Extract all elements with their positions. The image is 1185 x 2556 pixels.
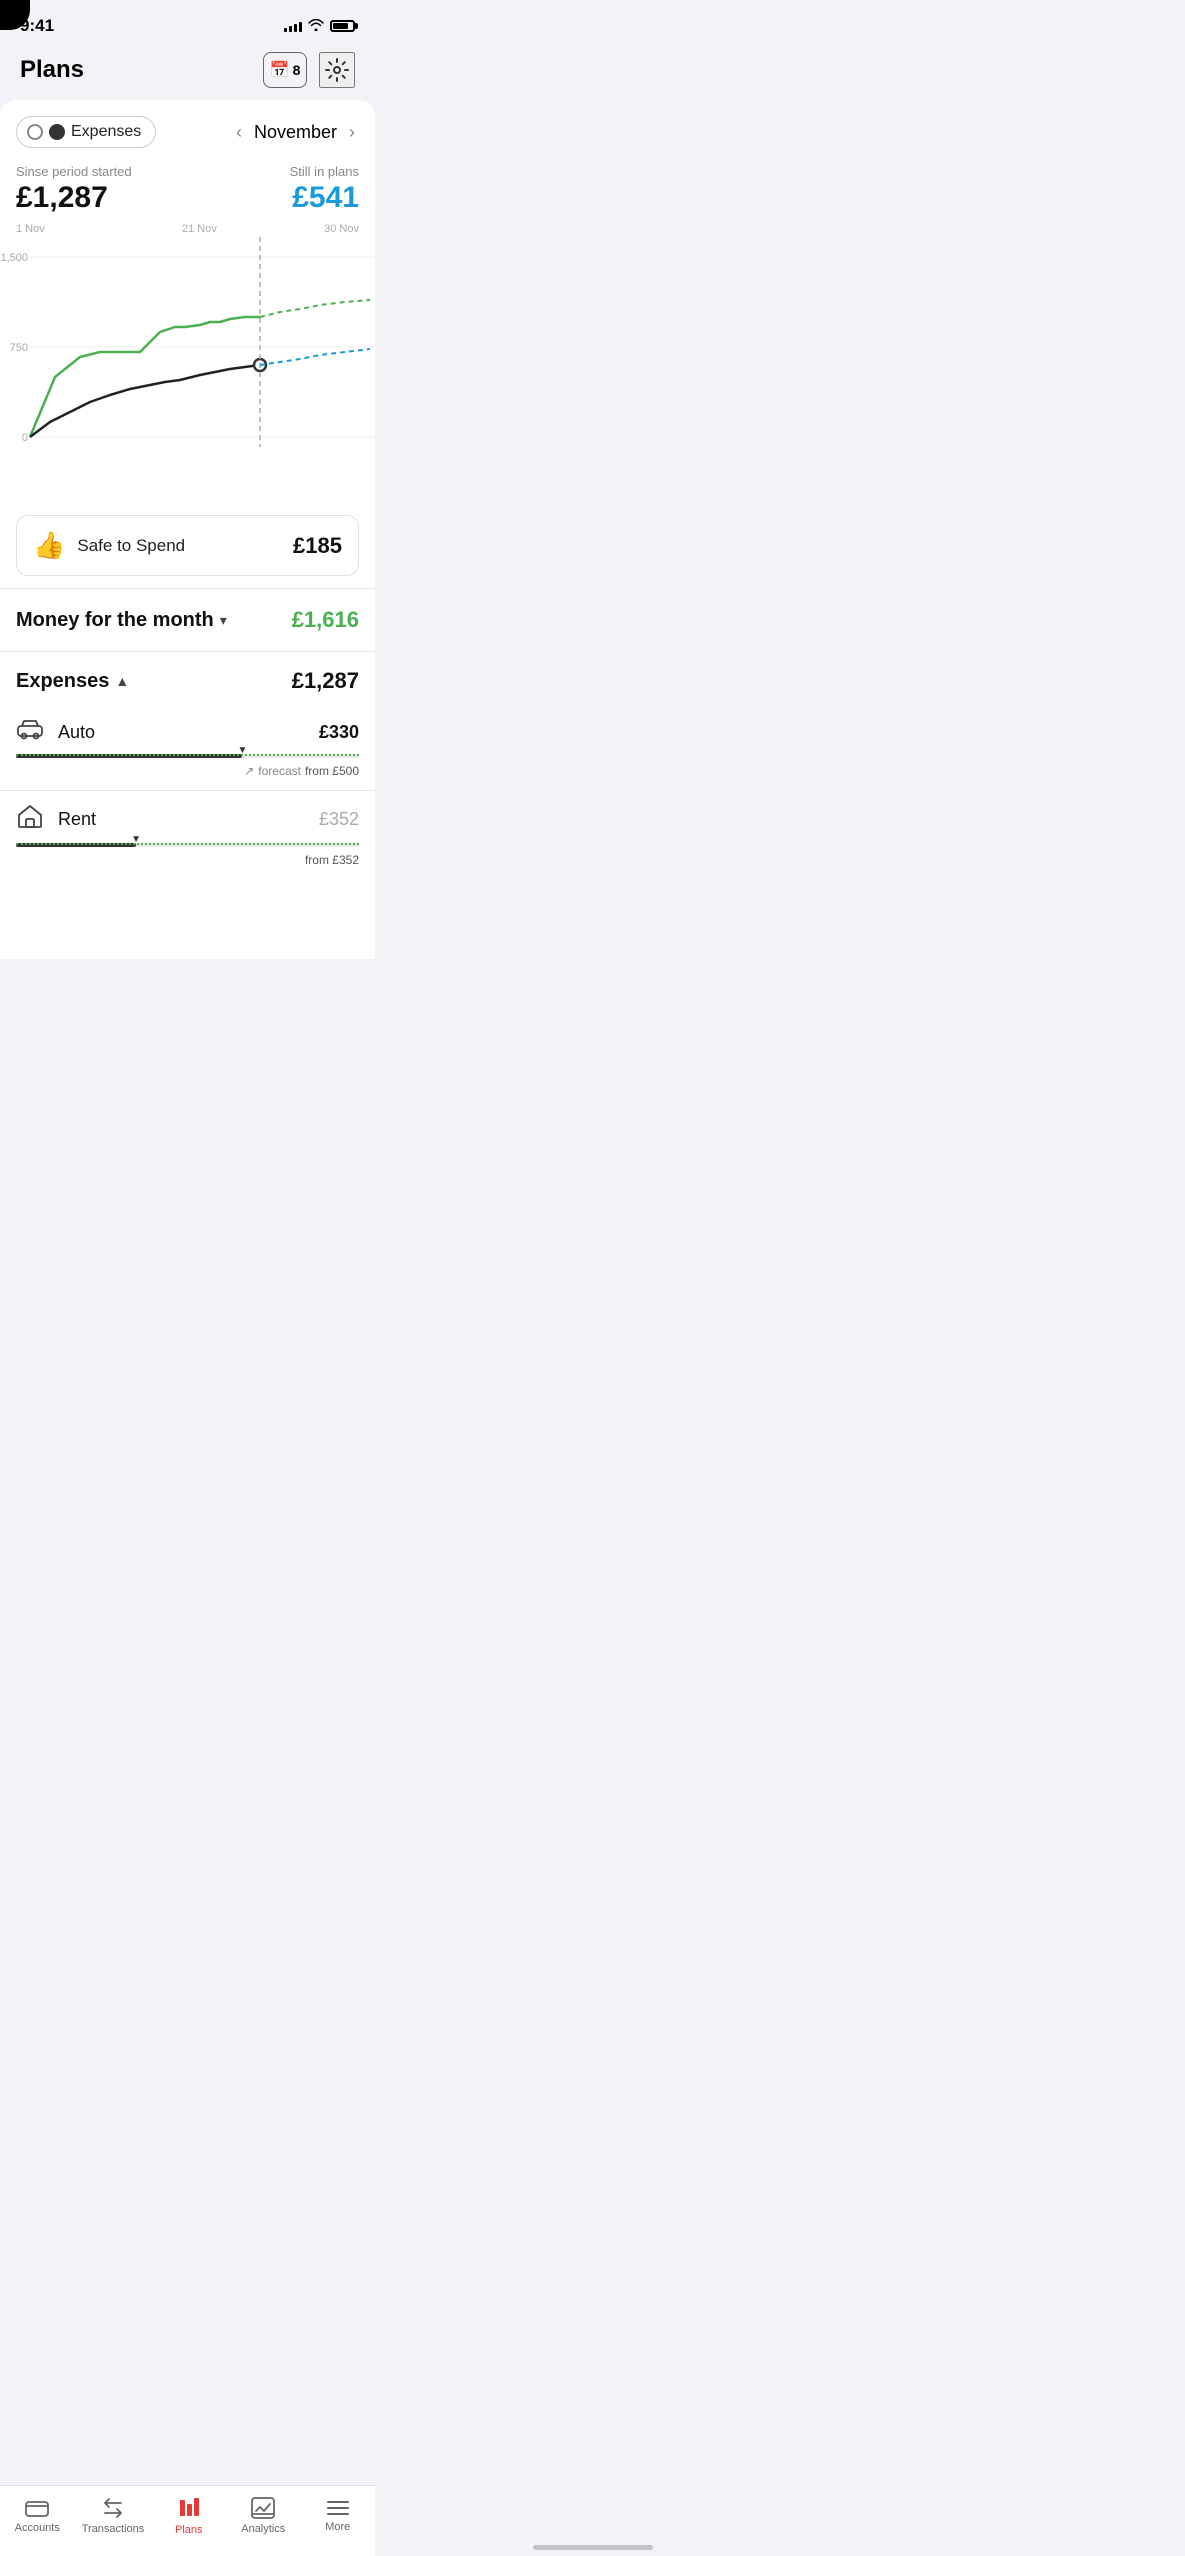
- toggle-dot-filled: [49, 124, 65, 140]
- money-month-toggle[interactable]: Money for the month ▾: [16, 609, 227, 632]
- toggle-label: Expenses: [71, 123, 141, 141]
- stat-right: Still in plans £541: [290, 164, 359, 215]
- chart-container: 1 Nov 21 Nov 30 Nov 1,500 750 0: [0, 223, 375, 503]
- expense-item-auto[interactable]: Auto £330 ↗ forecast from £500: [0, 706, 375, 790]
- nav-analytics[interactable]: Analytics: [233, 2497, 293, 2535]
- nav-transactions-label: Transactions: [82, 2523, 145, 2535]
- plans-icon: [177, 2496, 201, 2520]
- analytics-icon: [251, 2497, 275, 2519]
- stat-left-value: £1,287: [16, 181, 132, 215]
- status-bar: 9:41: [0, 0, 375, 44]
- forecast-auto-amount: from £500: [305, 764, 359, 778]
- wifi-icon: [308, 19, 324, 34]
- expenses-toggle[interactable]: Expenses ▲: [16, 670, 129, 693]
- next-month-button[interactable]: ›: [345, 118, 359, 147]
- nav-analytics-label: Analytics: [241, 2523, 285, 2535]
- safe-card[interactable]: 👍 Safe to Spend £185: [16, 515, 359, 576]
- chart-svg-wrapper: 1,500 750 0: [0, 237, 375, 477]
- calendar-icon: 📅: [270, 60, 290, 80]
- money-month-label: Money for the month: [16, 609, 214, 632]
- settings-button[interactable]: [319, 52, 355, 88]
- bottom-nav: Accounts Transactions Plans Analytics Mo…: [0, 2485, 375, 2556]
- nav-accounts-label: Accounts: [15, 2522, 60, 2534]
- page-title: Plans: [20, 56, 84, 84]
- month-nav: ‹ November ›: [232, 118, 359, 147]
- transactions-icon: [101, 2497, 125, 2519]
- forecast-rent-amount: from £352: [305, 853, 359, 867]
- expenses-section-header: Expenses ▲ £1,287: [0, 652, 375, 706]
- nav-accounts[interactable]: Accounts: [7, 2498, 67, 2534]
- expenses-total: £1,287: [292, 668, 359, 694]
- chart-x-label-2: 21 Nov: [182, 223, 217, 235]
- safe-label: Safe to Spend: [77, 536, 185, 556]
- expense-auto-amount: £330: [319, 722, 359, 743]
- stat-left-label: Sinse period started: [16, 164, 132, 179]
- stat-left: Sinse period started £1,287: [16, 164, 132, 215]
- up-chevron-icon: ▲: [115, 673, 129, 689]
- expense-item-rent-left: Rent: [16, 803, 96, 835]
- expense-rent-amount: £352: [319, 809, 359, 830]
- gear-icon: [325, 58, 349, 82]
- more-icon: [326, 2499, 350, 2517]
- expense-rent-forecast: from £352: [16, 853, 359, 867]
- battery-icon: [330, 20, 355, 32]
- home-indicator: [533, 2545, 653, 2550]
- expenses-label: Expenses: [16, 670, 109, 693]
- nav-more-label: More: [325, 2521, 350, 2533]
- expense-item-rent[interactable]: Rent £352 from £352: [0, 791, 375, 879]
- expense-auto-progress: [16, 754, 359, 758]
- expense-rent-progress: [16, 843, 359, 847]
- home-icon: [16, 803, 44, 835]
- chart-x-label-3: 30 Nov: [324, 223, 359, 235]
- safe-card-left: 👍 Safe to Spend: [33, 530, 185, 561]
- expenses-toggle[interactable]: Expenses: [16, 116, 156, 148]
- dropdown-icon: ▾: [220, 612, 227, 629]
- nav-plans[interactable]: Plans: [159, 2496, 219, 2536]
- expense-item-auto-left: Auto: [16, 718, 95, 746]
- money-month-row: Money for the month ▾ £1,616: [0, 589, 375, 651]
- nav-plans-label: Plans: [175, 2524, 203, 2536]
- svg-text:750: 750: [10, 342, 28, 354]
- stat-right-label: Still in plans: [290, 164, 359, 179]
- prev-month-button[interactable]: ‹: [232, 118, 246, 147]
- chart-x-label-1: 1 Nov: [16, 223, 45, 235]
- header-actions: 📅 8: [263, 52, 355, 88]
- money-month-value: £1,616: [292, 607, 359, 633]
- safe-value: £185: [293, 533, 342, 559]
- svg-text:0: 0: [22, 432, 28, 444]
- svg-text:1,500: 1,500: [0, 252, 28, 264]
- expense-rent-name: Rent: [58, 809, 96, 830]
- stat-right-value: £541: [290, 181, 359, 215]
- auto-icon: [16, 718, 44, 746]
- header: Plans 📅 8: [0, 44, 375, 100]
- status-icons: [284, 19, 355, 34]
- calendar-badge: 8: [293, 62, 301, 78]
- thumbs-up-icon: 👍: [33, 530, 65, 561]
- nav-more[interactable]: More: [308, 2499, 368, 2533]
- chart-svg: 1,500 750 0: [0, 237, 375, 457]
- stats-row: Sinse period started £1,287 Still in pla…: [0, 164, 375, 223]
- toggle-dot-outline: [27, 124, 43, 140]
- forecast-trending-icon: ↗: [244, 764, 254, 778]
- accounts-icon: [25, 2498, 49, 2518]
- month-label: November: [254, 122, 337, 143]
- calendar-button[interactable]: 📅 8: [263, 52, 307, 88]
- expense-auto-forecast: ↗ forecast from £500: [16, 764, 359, 778]
- signal-icon: [284, 20, 302, 32]
- main-content: Expenses ‹ November › Sinse period start…: [0, 100, 375, 959]
- forecast-label: forecast: [258, 764, 301, 778]
- controls-row: Expenses ‹ November ›: [0, 116, 375, 164]
- expense-item-auto-top: Auto £330: [16, 718, 359, 746]
- nav-transactions[interactable]: Transactions: [82, 2497, 145, 2535]
- expense-auto-name: Auto: [58, 722, 95, 743]
- expense-item-rent-top: Rent £352: [16, 803, 359, 835]
